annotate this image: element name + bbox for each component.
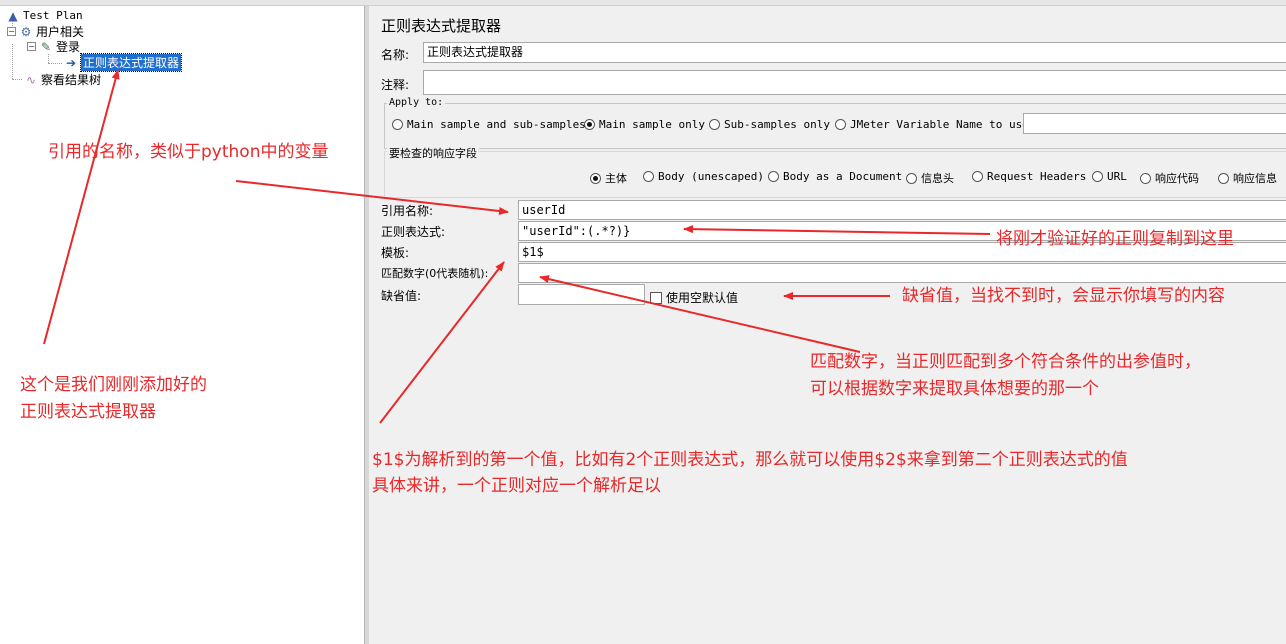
radio-label: Sub-samples only [724, 118, 830, 131]
radio-url[interactable]: URL [1092, 170, 1127, 183]
radio-main-and-sub-samples[interactable]: Main sample and sub-samples [392, 118, 586, 131]
radio-button[interactable] [392, 119, 403, 130]
radio-request-headers[interactable]: Request Headers [972, 170, 1086, 183]
regex-label: 正则表达式: [381, 225, 446, 239]
radio-label: 响应信息 [1233, 172, 1277, 185]
radio-label: 响应代码 [1155, 172, 1199, 185]
radio-button[interactable] [835, 119, 846, 130]
pipette-icon: ✎ [40, 39, 52, 54]
annotation-template-line2: 具体来讲，一个正则对应一个解析足以 [372, 476, 661, 496]
jmeter-variable-name-input[interactable] [1023, 113, 1286, 134]
tree-connector [12, 79, 22, 80]
annotation-ref-name: 引用的名称，类似于python中的变量 [48, 142, 329, 162]
radio-body-as-document[interactable]: Body as a Document [768, 170, 902, 183]
radio-label: Main sample and sub-samples [407, 118, 586, 131]
annotation-regex: 将刚才验证好的正则复制到这里 [996, 229, 1234, 249]
radio-sub-samples-only[interactable]: Sub-samples only [709, 118, 830, 131]
radio-label: JMeter Variable Name to use [850, 118, 1029, 131]
tree-item-login-sampler[interactable]: − ✎ 登录 [27, 39, 80, 54]
default-value-label: 缺省值: [381, 289, 422, 303]
radio-label: Main sample only [599, 118, 705, 131]
panel-title: 正则表达式提取器 [381, 17, 502, 35]
checkbox[interactable] [650, 291, 662, 304]
tree-item-test-plan[interactable]: ▲ Test Plan [6, 8, 83, 23]
radio-label: 信息头 [921, 172, 954, 185]
test-plan-tree[interactable]: ▲ Test Plan − ⚙ 用户相关 − ✎ 登录 ➔ 正则表达式提取器 ∿… [0, 6, 365, 644]
match-no-label: 匹配数字(0代表随机): [381, 267, 489, 280]
template-label: 模板: [381, 246, 410, 260]
radio-headers[interactable]: 信息头 [906, 170, 954, 186]
test-plan-icon: ▲ [8, 8, 18, 23]
radio-response-code[interactable]: 响应代码 [1140, 170, 1199, 186]
apply-to-legend: Apply to: [387, 97, 446, 108]
arrow-right-icon: ➔ [65, 55, 77, 70]
chart-icon: ∿ [25, 72, 37, 87]
annotation-tree-line1: 这个是我们刚刚添加好的 [20, 375, 207, 395]
field-to-check-legend: 要检查的响应字段 [387, 145, 479, 161]
radio-button[interactable] [768, 171, 779, 182]
tree-connector [48, 63, 62, 64]
tree-item-thread-group[interactable]: − ⚙ 用户相关 [7, 24, 84, 39]
radio-label: 主体 [605, 172, 627, 185]
radio-button[interactable] [643, 171, 654, 182]
radio-button[interactable] [1092, 171, 1103, 182]
radio-button-selected[interactable] [590, 172, 601, 184]
default-value-input[interactable] [518, 284, 645, 305]
radio-body[interactable]: 主体 [590, 170, 627, 186]
radio-body-unescaped[interactable]: Body (unescaped) [643, 170, 764, 183]
regex-extractor-panel: 正则表达式提取器 名称: 正则表达式提取器 注释: Apply to: Main… [370, 6, 1286, 644]
ref-name-label: 引用名称: [381, 204, 434, 218]
tree-item-label: 正则表达式提取器 [79, 53, 183, 72]
annotation-match-line1: 匹配数字，当正则匹配到多个符合条件的出参值时， [810, 352, 1201, 372]
gear-icon: ⚙ [20, 24, 32, 39]
annotation-default: 缺省值，当找不到时，会显示你填写的内容 [902, 286, 1225, 306]
tree-connector [48, 54, 49, 63]
radio-button[interactable] [1140, 172, 1151, 184]
use-empty-default-checkbox[interactable]: 使用空默认值 [650, 289, 738, 306]
comment-label: 注释: [381, 78, 410, 92]
splitter[interactable] [365, 6, 369, 644]
radio-label: URL [1107, 170, 1127, 183]
radio-button[interactable] [709, 119, 720, 130]
tree-item-label: 登录 [56, 40, 81, 54]
ref-name-input[interactable]: userId [518, 200, 1286, 220]
radio-label: Request Headers [987, 170, 1087, 183]
checkbox-label: 使用空默认值 [666, 291, 739, 305]
tree-item-label: Test Plan [23, 9, 83, 22]
radio-button[interactable] [972, 171, 983, 182]
radio-jmeter-variable[interactable]: JMeter Variable Name to use [835, 118, 1029, 131]
annotation-tree-line2: 正则表达式提取器 [20, 402, 156, 422]
collapse-icon[interactable]: − [7, 27, 16, 36]
name-input[interactable]: 正则表达式提取器 [423, 42, 1286, 63]
annotation-match-line2: 可以根据数字来提取具体想要的那一个 [810, 379, 1099, 399]
name-label: 名称: [381, 48, 410, 62]
tree-item-view-results-tree[interactable]: ∿ 察看结果树 [24, 72, 102, 88]
radio-button-selected[interactable] [584, 119, 595, 130]
annotation-template-line1: $1$为解析到的第一个值，比如有2个正则表达式，那么就可以使用$2$来拿到第二个… [372, 450, 1128, 470]
tree-connector [12, 44, 13, 79]
radio-button[interactable] [906, 172, 917, 184]
radio-button[interactable] [1218, 172, 1229, 184]
comment-input[interactable] [423, 70, 1286, 95]
tree-item-regex-extractor[interactable]: ➔ 正则表达式提取器 [64, 53, 183, 72]
match-no-input[interactable] [518, 263, 1286, 283]
tree-item-label: 察看结果树 [41, 73, 102, 87]
radio-label: Body (unescaped) [658, 170, 764, 183]
radio-label: Body as a Document [783, 170, 903, 183]
radio-main-sample-only[interactable]: Main sample only [584, 118, 705, 131]
radio-response-message[interactable]: 响应信息 [1218, 170, 1277, 186]
collapse-icon[interactable]: − [27, 42, 36, 51]
